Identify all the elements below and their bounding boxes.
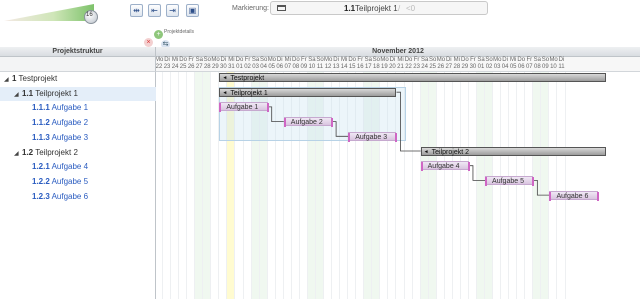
tree-row-code: 1.1.1 xyxy=(32,103,50,113)
marked-separator: / xyxy=(398,4,401,13)
marked-code: 1.1 xyxy=(344,4,356,13)
dependency-link xyxy=(332,121,349,137)
zoom-slider[interactable]: 16 xyxy=(4,4,98,24)
tree-row[interactable]: 1.2.3 Aufgabe 6 xyxy=(0,190,156,204)
summary-bar[interactable]: Teilprojekt 1 xyxy=(219,87,397,98)
tree-row[interactable]: ◢ 1.1 Teilprojekt 1 xyxy=(0,86,156,102)
tree-row-label: Teilprojekt 2 xyxy=(33,147,78,157)
scroll-end-icon[interactable]: ⇥ xyxy=(166,4,179,17)
tree-row-label: Aufgabe 5 xyxy=(49,176,89,186)
details-label[interactable]: Projektdetails xyxy=(164,29,194,35)
task-bar[interactable]: Aufgabe 4 xyxy=(420,161,471,172)
tree-row-code: 1.2.1 xyxy=(32,162,50,172)
tree-row[interactable]: 1.2.1 Aufgabe 4 xyxy=(0,160,156,174)
collapse-columns-icon[interactable]: ⇹ xyxy=(130,4,143,17)
tree-row-code: 1.1.3 xyxy=(32,132,50,142)
gantt-chart[interactable]: November 2012 Mo 22 Di 23 Mi 24 Do 25 Fr 26 Sa 27 So… xyxy=(156,47,640,299)
tree-row-label: Testprojekt xyxy=(16,74,58,83)
tree-row-code: 1.1.2 xyxy=(32,118,50,128)
expand-arrow-icon[interactable]: ◢ xyxy=(14,147,22,161)
structure-header: Projektstruktur xyxy=(0,47,156,57)
tree-row-code: 1.1 xyxy=(22,88,34,98)
dependency-link xyxy=(468,165,486,181)
task-bar[interactable]: Aufgabe 1 xyxy=(219,102,269,113)
gantt-bar-icon xyxy=(277,5,286,11)
tree-row-label: Aufgabe 2 xyxy=(49,118,89,128)
remove-icon[interactable]: × xyxy=(144,38,153,47)
dependency-links xyxy=(267,91,550,196)
summary-bar[interactable]: Teilprojekt 2 xyxy=(420,146,606,157)
toolbar: 16 ⇹ ⇤ ⇥ ▣ Markierung: 1.1 Teilprojekt 1… xyxy=(0,0,640,49)
tree-row-label: Aufgabe 3 xyxy=(49,132,89,142)
tree-row[interactable]: 1.2.2 Aufgabe 5 xyxy=(0,175,156,189)
marking-label: Markierung: xyxy=(232,5,269,12)
tree-row-label: Teilprojekt 1 xyxy=(33,88,78,98)
tree-row-label: Aufgabe 6 xyxy=(49,191,89,201)
expand-arrow-icon[interactable]: ◢ xyxy=(14,88,22,102)
tree-row-label: Aufgabe 1 xyxy=(49,103,89,113)
dependency-link xyxy=(533,180,550,196)
tree-row[interactable]: 1.1.1 Aufgabe 1 xyxy=(0,101,156,115)
tree-row-label: Aufgabe 4 xyxy=(49,162,89,172)
tree-row-code: 1.2.3 xyxy=(32,191,50,201)
marked-count: <0 xyxy=(406,4,416,13)
zoom-value: 16 xyxy=(86,12,93,18)
tree-row-code: 1.2.2 xyxy=(32,176,50,186)
marked-name: Teilprojekt 1 xyxy=(355,4,398,13)
zoom-ramp xyxy=(4,4,94,21)
task-bar[interactable]: Aufgabe 3 xyxy=(348,131,398,142)
task-bar[interactable]: Aufgabe 5 xyxy=(485,175,535,186)
task-bar[interactable]: Aufgabe 2 xyxy=(283,117,334,128)
tree-row[interactable]: 1.1.2 Aufgabe 2 xyxy=(0,116,156,130)
add-icon[interactable]: + xyxy=(154,30,163,39)
task-bar[interactable]: Aufgabe 6 xyxy=(549,190,600,201)
tree-row[interactable]: ◢ 1 Testprojekt xyxy=(0,72,156,86)
summary-bar[interactable]: Testprojekt xyxy=(219,73,606,83)
structure-tree: ◢ 1 Testprojekt ◢ 1.1 Teilprojekt 1 1.1.1 Au… xyxy=(0,72,156,299)
scroll-start-icon[interactable]: ⇤ xyxy=(148,4,161,17)
dependency-link xyxy=(267,106,284,122)
dependency-link xyxy=(396,91,421,152)
tree-row[interactable]: ◢ 1.2 Teilprojekt 2 xyxy=(0,146,156,160)
marking-field[interactable]: 1.1 Teilprojekt 1 / <0 xyxy=(270,1,488,15)
structure-subheader xyxy=(0,57,156,72)
expand-arrow-icon[interactable]: ◢ xyxy=(4,73,12,87)
tree-row-code: 1.2 xyxy=(22,147,34,157)
maximize-icon[interactable]: ▣ xyxy=(186,4,199,17)
tree-row[interactable]: 1.1.3 Aufgabe 3 xyxy=(0,131,156,145)
